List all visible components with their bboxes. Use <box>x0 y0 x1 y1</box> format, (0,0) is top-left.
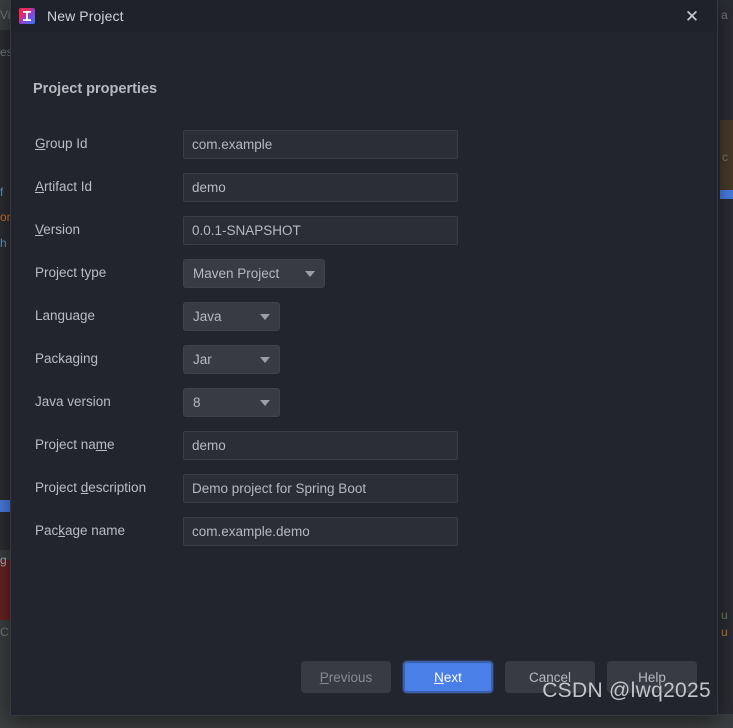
new-project-dialog: New Project ✕ Project properties Group I… <box>10 0 718 716</box>
form-row-project-type: Project type Maven Project <box>11 259 717 302</box>
dialog-titlebar: New Project ✕ <box>11 0 717 32</box>
input-project-description[interactable] <box>183 474 458 503</box>
label-packaging: Packaging <box>35 351 99 366</box>
input-package-name[interactable] <box>183 517 458 546</box>
input-artifact-id[interactable] <box>183 173 458 202</box>
label-project-name: Project name <box>35 437 115 452</box>
label-artifact-id: Artifact Id <box>35 179 93 194</box>
chevron-down-icon <box>260 356 270 363</box>
ide-status-bar <box>0 714 733 728</box>
label-project-type: Project type <box>35 265 107 280</box>
label-group-id: Group Id <box>35 136 88 151</box>
intellij-idea-icon <box>19 8 35 24</box>
dropdown-language[interactable]: Java <box>183 302 280 331</box>
label-language: Language <box>35 308 96 323</box>
ide-code-fragment: h <box>0 236 7 250</box>
ide-code-fragment: C <box>0 625 9 639</box>
close-icon[interactable]: ✕ <box>681 5 703 27</box>
chevron-down-icon <box>260 313 270 320</box>
form-row-project-name: Project name <box>11 431 717 474</box>
screen: es f or h g C Vi a c u u New Project ✕ Project pro… <box>0 0 733 728</box>
dropdown-value-project-type: Maven Project <box>193 266 280 281</box>
previous-button[interactable]: Previous <box>301 661 391 693</box>
dialog-title: New Project <box>47 8 124 24</box>
label-project-description: Project description <box>35 480 147 495</box>
project-properties-form: Group Id Artifact Id Version Project type Ma… <box>11 130 717 560</box>
input-version[interactable] <box>183 216 458 245</box>
input-project-name[interactable] <box>183 431 458 460</box>
label-version: Version <box>35 222 81 237</box>
chevron-down-icon <box>305 270 315 277</box>
ide-code-fragment: f <box>0 185 4 199</box>
ide-code-fragment: u <box>721 608 728 622</box>
ide-code-fragment: a <box>721 8 728 22</box>
next-button[interactable]: Next <box>403 661 493 693</box>
label-java-version: Java version <box>35 394 111 409</box>
ide-code-fragment: c <box>722 150 728 164</box>
help-button[interactable]: Help <box>607 661 697 693</box>
input-group-id[interactable] <box>183 130 458 159</box>
form-row-package-name: Package name <box>11 517 717 560</box>
dropdown-packaging[interactable]: Jar <box>183 345 280 374</box>
form-row-language: Language Java <box>11 302 717 345</box>
ide-code-fragment: Vi <box>0 8 11 22</box>
form-row-project-description: Project description <box>11 474 717 517</box>
dropdown-java-version[interactable]: 8 <box>183 388 280 417</box>
dialog-body: Project properties Group Id Artifact Id Ve… <box>11 32 717 715</box>
dropdown-value-packaging: Jar <box>193 352 212 367</box>
section-title: Project properties <box>33 81 158 97</box>
ide-code-fragment: u <box>721 625 728 639</box>
form-row-group-id: Group Id <box>11 130 717 173</box>
label-package-name: Package name <box>35 523 126 538</box>
form-row-packaging: Packaging Jar <box>11 345 717 388</box>
cancel-button[interactable]: Cancel <box>505 661 595 693</box>
dropdown-value-language: Java <box>193 309 222 324</box>
form-row-version: Version <box>11 216 717 259</box>
dropdown-project-type[interactable]: Maven Project <box>183 259 325 288</box>
form-row-java-version: Java version 8 <box>11 388 717 431</box>
dropdown-value-java-version: 8 <box>193 395 201 410</box>
chevron-down-icon <box>260 399 270 406</box>
form-row-artifact-id: Artifact Id <box>11 173 717 216</box>
ide-code-fragment: g <box>0 553 7 567</box>
ide-right-selection <box>720 190 733 199</box>
dialog-footer: Previous Next Cancel Help <box>11 661 719 693</box>
